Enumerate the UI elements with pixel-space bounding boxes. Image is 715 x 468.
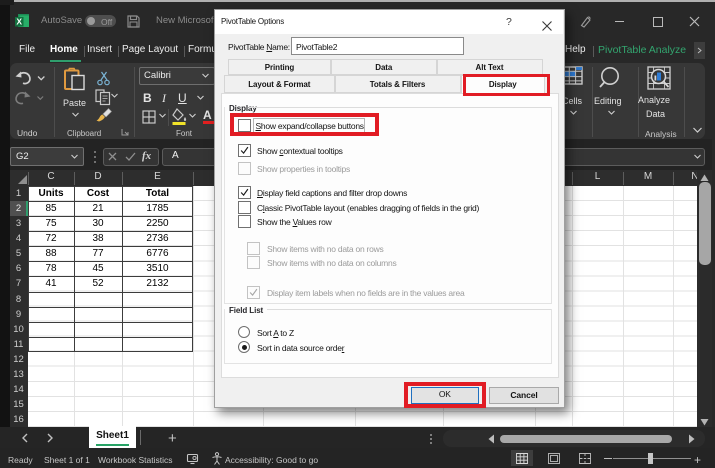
svg-text:X: X <box>16 17 22 27</box>
